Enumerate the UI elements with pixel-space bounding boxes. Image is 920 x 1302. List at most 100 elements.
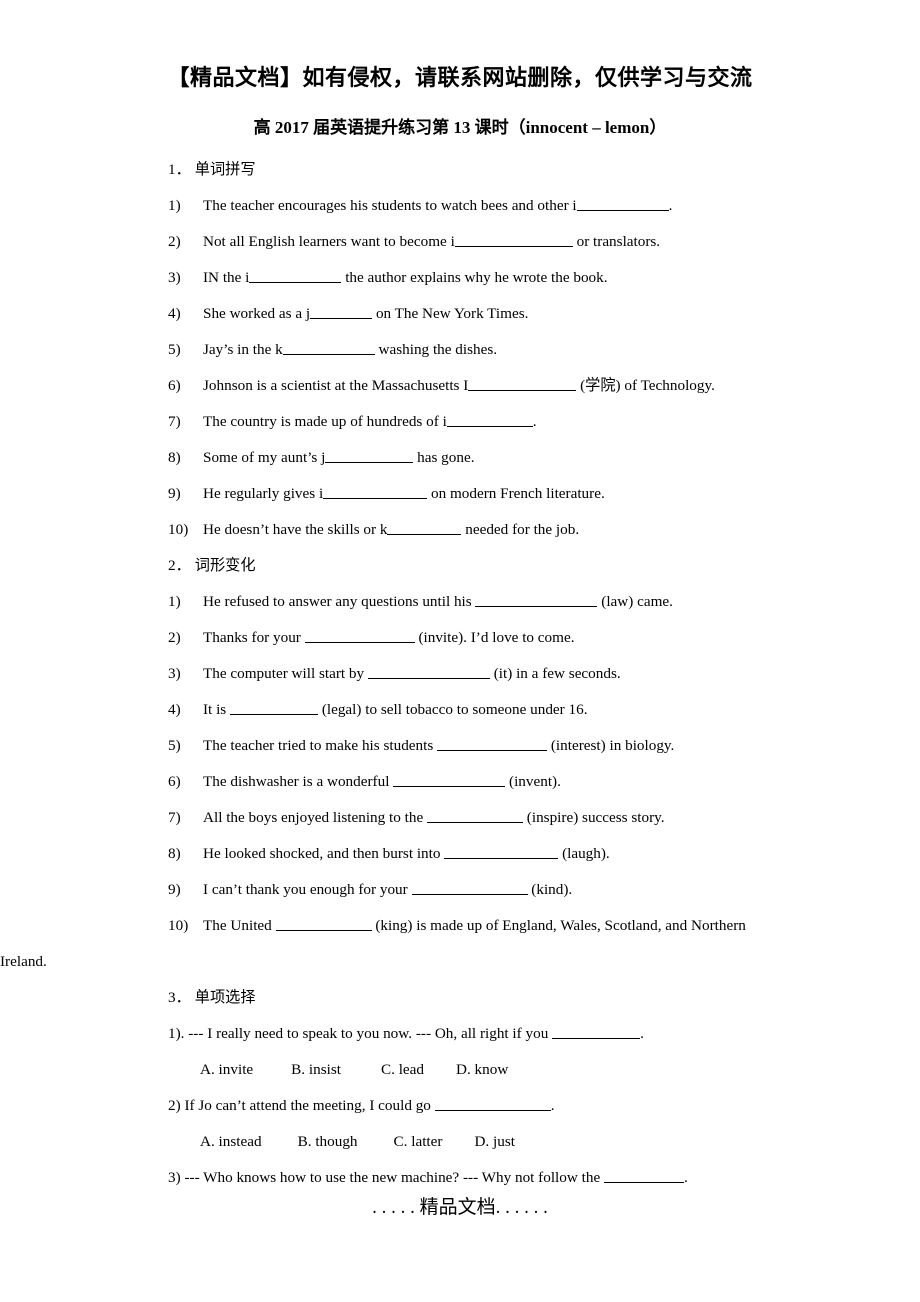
answer-blank[interactable] — [230, 700, 319, 715]
question-text-before-blank: The country is made up of hundreds of i — [203, 413, 447, 430]
question-item: 4) She worked as a j on The New York Time… — [138, 296, 848, 332]
question-text-after-blank: (king) is made up of England, Wales, Sco… — [371, 917, 746, 934]
question-item: 8) He looked shocked, and then burst into… — [138, 836, 848, 872]
question-number: 9) — [168, 485, 181, 502]
question-text-before-blank: The teacher tried to make his students — [203, 737, 438, 754]
answer-blank[interactable] — [393, 772, 506, 787]
question-item: 9) I can’t thank you enough for your (kin… — [138, 872, 848, 908]
choice-option[interactable]: C. lead — [381, 1052, 424, 1088]
question-number: 3) — [168, 665, 181, 682]
answer-blank[interactable] — [434, 1096, 551, 1111]
answer-blank[interactable] — [475, 592, 598, 607]
question-number: 5) — [168, 737, 181, 754]
question-item: 10) He doesn’t have the skills or k neede… — [138, 512, 848, 548]
section-number: 2． — [168, 557, 191, 574]
worksheet-body: 1． 单词拼写 1) The teacher encourages his stude… — [0, 152, 848, 1196]
choice-option[interactable]: A. invite — [200, 1052, 253, 1088]
answer-blank[interactable] — [323, 484, 428, 499]
answer-blank[interactable] — [437, 736, 548, 751]
answer-blank[interactable] — [603, 1168, 684, 1183]
question-text-before-blank: --- I really need to speak to you now. -… — [184, 1025, 553, 1042]
question-text-before-blank: IN the i — [203, 269, 250, 286]
document-page: 【精品文档】如有侵权，请联系网站删除，仅供学习与交流 高 2017 届英语提升练… — [0, 0, 920, 1302]
section-number: 3． — [168, 989, 191, 1006]
question-item: 5) The teacher tried to make his students… — [138, 728, 848, 764]
question-text-before-blank: The United — [203, 917, 276, 934]
question-text-before-blank: She worked as a j — [203, 305, 311, 322]
answer-blank[interactable] — [325, 448, 414, 463]
question-text-after-blank: washing the dishes. — [374, 341, 498, 358]
choice-option[interactable]: A. instead — [200, 1124, 262, 1160]
question-text-after-blank: has gone. — [413, 449, 475, 466]
section-heading: 1． 单词拼写 — [168, 152, 848, 188]
question-text-after-blank: on modern French literature. — [427, 485, 605, 502]
question-item: 5) Jay’s in the k washing the dishes. — [138, 332, 848, 368]
answer-blank[interactable] — [427, 808, 523, 823]
question-number: 7) — [168, 413, 181, 430]
question-text-after-blank: (inspire) success story. — [523, 809, 665, 826]
question-text-after-blank: needed for the job. — [461, 521, 580, 538]
answer-blank[interactable] — [411, 880, 528, 895]
answer-blank[interactable] — [310, 304, 373, 319]
question-item: 2) Not all English learners want to becom… — [138, 224, 848, 260]
question-item: 7) The country is made up of hundreds of … — [138, 404, 848, 440]
answer-blank[interactable] — [282, 340, 375, 355]
question-text-after-blank: (学院) of Technology. — [576, 377, 715, 394]
answer-blank[interactable] — [576, 196, 669, 211]
question-text-before-blank: The computer will start by — [203, 665, 368, 682]
question-item: 3) The computer will start by (it) in a f… — [138, 656, 848, 692]
question-text-before-blank: Not all English learners want to become … — [203, 233, 455, 250]
section-heading: 3． 单项选择 — [168, 980, 848, 1016]
choice-option[interactable]: C. latter — [394, 1124, 443, 1160]
question-item: 10) The United (king) is made up of Engla… — [138, 908, 848, 944]
answer-blank[interactable] — [454, 232, 573, 247]
answer-blank[interactable] — [468, 376, 577, 391]
question-item: 6) Johnson is a scientist at the Massachu… — [138, 368, 848, 404]
question-text-after-blank: (invite). I’d love to come. — [414, 629, 575, 646]
question-text-before-blank: The teacher encourages his students to w… — [203, 197, 577, 214]
question-text-after-blank: (it) in a few seconds. — [489, 665, 621, 682]
choice-option[interactable]: D. know — [456, 1052, 508, 1088]
answer-blank[interactable] — [552, 1024, 641, 1039]
section-label: 单词拼写 — [194, 161, 256, 178]
question-item: 6) The dishwasher is a wonderful (invent)… — [138, 764, 848, 800]
answer-blank[interactable] — [275, 916, 372, 931]
question-number: 4) — [168, 305, 181, 322]
answer-blank[interactable] — [444, 844, 559, 859]
answer-blank[interactable] — [367, 664, 490, 679]
section-label: 单项选择 — [194, 989, 256, 1006]
section-heading: 2． 词形变化 — [168, 548, 848, 584]
question-number: 6) — [168, 377, 181, 394]
answer-blank[interactable] — [446, 412, 533, 427]
page-title: 高 2017 届英语提升练习第 13 课时（innocent – lemon） — [253, 118, 667, 137]
answer-blank[interactable] — [387, 520, 462, 535]
question-text-after-blank: (legal) to sell tobacco to someone under… — [318, 701, 588, 718]
question-item: 1). --- I really need to speak to you no… — [138, 1016, 848, 1052]
question-number: 7) — [168, 809, 181, 826]
question-text-after-blank: (interest) in biology. — [547, 737, 675, 754]
question-item: 2) Thanks for your (invite). I’d love to … — [138, 620, 848, 656]
choice-option[interactable]: D. just — [474, 1124, 515, 1160]
question-item: 3) IN the i the author explains why he wr… — [138, 260, 848, 296]
question-number: 2) — [168, 233, 181, 250]
question-text-before-blank: I can’t thank you enough for your — [203, 881, 412, 898]
question-text-after-blank: (laugh). — [558, 845, 610, 862]
footer-watermark: . . . . . 精品文档. . . . . . — [372, 1197, 548, 1218]
choice-option[interactable]: B. though — [298, 1124, 358, 1160]
question-text-after-blank: the author explains why he wrote the boo… — [341, 269, 608, 286]
question-item: 7) All the boys enjoyed listening to the … — [138, 800, 848, 836]
question-text-before-blank: He regularly gives i — [203, 485, 324, 502]
question-number: 2) — [168, 1097, 181, 1114]
question-text-before-blank: All the boys enjoyed listening to the — [203, 809, 427, 826]
answer-blank[interactable] — [304, 628, 415, 643]
question-number: 10) — [168, 521, 189, 538]
question-item: 1) The teacher encourages his students to… — [138, 188, 848, 224]
answer-blank[interactable] — [249, 268, 342, 283]
choice-row: A. invite B. insist C. lead D. know — [138, 1052, 848, 1088]
question-text-after-blank: . — [668, 197, 673, 214]
question-item: 3) --- Who knows how to use the new mach… — [138, 1160, 848, 1196]
question-item: 8) Some of my aunt’s j has gone. — [138, 440, 848, 476]
choice-option[interactable]: B. insist — [291, 1052, 341, 1088]
question-text-after-blank: . — [550, 1097, 555, 1114]
question-text-after-blank: on The New York Times. — [372, 305, 529, 322]
